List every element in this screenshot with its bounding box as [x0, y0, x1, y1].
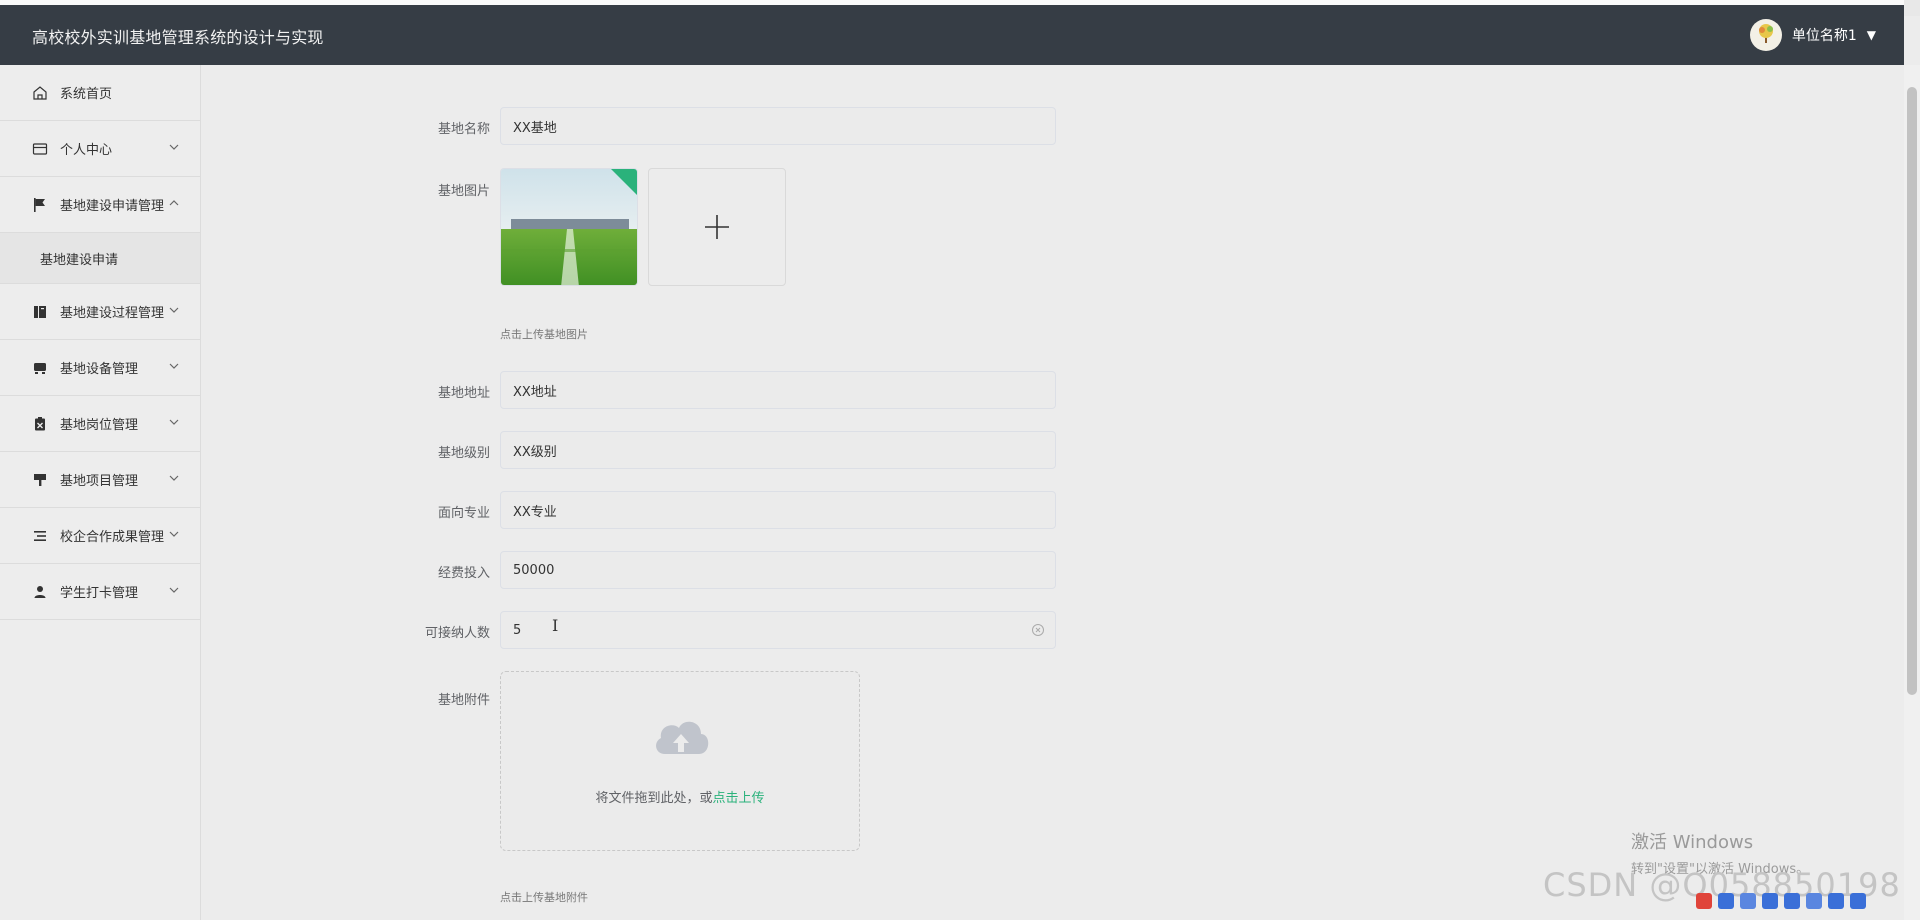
- paint-icon: [30, 470, 50, 490]
- major-value: XX专业: [513, 504, 557, 520]
- chevron-down-icon: [168, 416, 180, 432]
- toolbox-icon[interactable]: [1828, 893, 1844, 909]
- chevron-down-icon: [168, 360, 180, 376]
- app-title: 高校校外实训基地管理系统的设计与实现: [32, 28, 324, 47]
- keyboard-icon[interactable]: [1784, 893, 1800, 909]
- sidebar-subitem-label: 基地建设申请: [40, 252, 119, 268]
- device-icon: [30, 358, 50, 378]
- caret-down-icon[interactable]: ▼: [1867, 28, 1876, 42]
- sidebar-item-base-application[interactable]: 基地建设申请管理: [0, 177, 200, 233]
- field-photo: [501, 169, 637, 285]
- sidebar-item-label: 学生打卡管理: [60, 586, 139, 601]
- list-icon: [30, 526, 50, 546]
- sidebar-item-label: 基地设备管理: [60, 362, 139, 377]
- base-image-label: 基地图片: [437, 184, 490, 199]
- major-label: 面向专业: [437, 506, 490, 521]
- sidebar-item-cooperation[interactable]: 校企合作成果管理: [0, 508, 200, 564]
- user-icon: [30, 582, 50, 602]
- text-cursor-icon: I: [552, 616, 559, 635]
- skin-icon[interactable]: [1806, 893, 1822, 909]
- base-address-value: XX地址: [513, 384, 557, 400]
- attachment-hint: 点击上传基地附件: [500, 891, 588, 904]
- attachment-label: 基地附件: [437, 693, 490, 708]
- plus-icon: [705, 215, 729, 239]
- base-name-input[interactable]: XX基地: [500, 107, 1056, 145]
- sidebar-item-label: 基地建设申请管理: [60, 199, 165, 214]
- base-name-value: XX基地: [513, 120, 557, 136]
- funding-label: 经费投入: [437, 566, 490, 581]
- ime-toolbar: [1696, 893, 1866, 909]
- base-address-label: 基地地址: [437, 386, 490, 401]
- sidebar-item-label: 系统首页: [60, 87, 113, 102]
- chevron-up-icon: [168, 197, 180, 213]
- base-level-value: XX级别: [513, 444, 557, 460]
- home-icon: [30, 83, 50, 103]
- capacity-label: 可接纳人数: [424, 626, 490, 641]
- page-scrollbar[interactable]: [1904, 65, 1920, 920]
- tree-logo-icon: [1758, 24, 1773, 43]
- font-icon[interactable]: [1718, 893, 1734, 909]
- click-upload-link[interactable]: 点击上传: [713, 791, 765, 806]
- funding-value: 50000: [513, 562, 555, 578]
- add-image-button[interactable]: [648, 168, 786, 286]
- user-menu[interactable]: 单位名称1 ▼: [1749, 19, 1876, 51]
- activation-title: 激活 Windows: [1631, 832, 1754, 853]
- sogou-icon[interactable]: [1696, 893, 1712, 909]
- base-level-input[interactable]: XX级别: [500, 431, 1056, 469]
- sidebar-item-label: 校企合作成果管理: [60, 530, 165, 545]
- chevron-down-icon: [168, 141, 180, 157]
- sidebar-item-label: 基地岗位管理: [60, 418, 139, 433]
- user-name[interactable]: 单位名称1: [1792, 25, 1857, 45]
- dropzone-text: 将文件拖到此处，或点击上传: [501, 787, 859, 806]
- clipboard-icon: [30, 414, 50, 434]
- base-level-label: 基地级别: [437, 446, 490, 461]
- chevron-down-icon: [168, 304, 180, 320]
- chevron-down-icon: [168, 584, 180, 600]
- app-header: 高校校外实训基地管理系统的设计与实现 单位名称1 ▼: [0, 5, 1904, 65]
- attachment-dropzone[interactable]: 将文件拖到此处，或点击上传: [500, 671, 860, 851]
- sidebar: 系统首页 个人中心 基地建设申请管理 基地建设申请 基地建设过程管理 基地设备管…: [0, 65, 201, 920]
- chevron-down-icon: [168, 472, 180, 488]
- major-input[interactable]: XX专业: [500, 491, 1056, 529]
- mic-icon[interactable]: [1762, 893, 1778, 909]
- base-image-thumbnail[interactable]: [500, 168, 638, 286]
- sidebar-item-label: 基地项目管理: [60, 474, 139, 489]
- chevron-down-icon: [168, 528, 180, 544]
- sidebar-item-equipment[interactable]: 基地设备管理: [0, 340, 200, 396]
- base-name-label: 基地名称: [437, 122, 490, 137]
- sidebar-subitem-base-application[interactable]: 基地建设申请: [0, 233, 200, 284]
- capacity-input[interactable]: 5: [500, 611, 1056, 649]
- capacity-value: 5: [513, 622, 522, 638]
- avatar[interactable]: [1749, 19, 1782, 51]
- punctuation-icon[interactable]: [1740, 893, 1756, 909]
- sidebar-item-label: 基地建设过程管理: [60, 306, 165, 321]
- sidebar-item-positions[interactable]: 基地岗位管理: [0, 396, 200, 452]
- sidebar-item-home[interactable]: 系统首页: [0, 65, 200, 121]
- sidebar-item-personal-center[interactable]: 个人中心: [0, 121, 200, 177]
- base-address-input[interactable]: XX地址: [500, 371, 1056, 409]
- sidebar-item-label: 个人中心: [60, 143, 113, 158]
- base-image-hint: 点击上传基地图片: [500, 328, 588, 341]
- funding-input[interactable]: 50000: [500, 551, 1056, 589]
- scrollbar-thumb[interactable]: [1907, 87, 1917, 695]
- scroll-corner: [1904, 0, 1920, 16]
- sidebar-item-construction-process[interactable]: 基地建设过程管理: [0, 284, 200, 340]
- flag-icon: [30, 195, 50, 215]
- sidebar-item-projects[interactable]: 基地项目管理: [0, 452, 200, 508]
- cloud-upload-icon: [656, 721, 709, 754]
- book-icon: [30, 302, 50, 322]
- sidebar-item-student-checkin[interactable]: 学生打卡管理: [0, 564, 200, 620]
- clear-icon[interactable]: [1031, 623, 1045, 641]
- card-icon: [30, 139, 50, 159]
- dropzone-prompt: 将文件拖到此处，或: [595, 791, 713, 806]
- grid-icon[interactable]: [1850, 893, 1866, 909]
